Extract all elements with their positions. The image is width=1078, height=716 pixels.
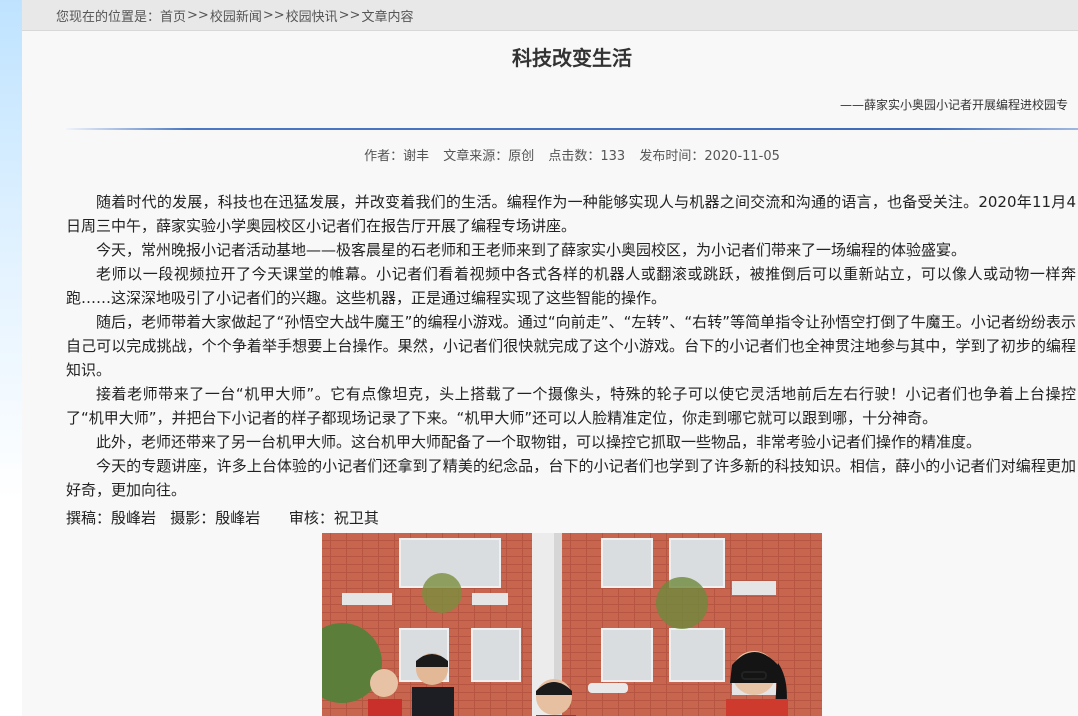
article-paragraph: 今天的专题讲座，许多上台体验的小记者们还拿到了精美的纪念品，台下的小记者们也学到… <box>66 457 1076 499</box>
title-divider <box>66 128 1078 130</box>
meta-clicks: 点击数：133 <box>548 149 626 164</box>
breadcrumb-campus-flash-link[interactable]: 校园快讯 <box>286 6 338 25</box>
article-body: 随着时代的发展，科技也在迅猛发展，并改变着我们的生活。编程作为一种能够实现人与机… <box>66 190 1076 530</box>
article-paragraph: 老师以一段视频拉开了今天课堂的帷幕。小记者们看着视频中各式各样的机器人或翻滚或跳… <box>66 265 1076 307</box>
breadcrumb-prefix: 您现在的位置是： <box>56 9 161 25</box>
photo-scene <box>322 533 822 716</box>
article-subtitle: ——薛家实小奥园小记者开展编程进校园专 <box>840 98 1069 112</box>
breadcrumb-campus-news-link[interactable]: 校园新闻 <box>210 6 262 25</box>
article-paragraph: 随后，老师带着大家做起了“孙悟空大战牛魔王”的编程小游戏。通过“向前走”、“左转… <box>66 313 1076 379</box>
page-container: 您现在的位置是： 首页 >> 校园新闻 >> 校园快讯 >> 文章内容 科技改变… <box>22 0 1078 716</box>
breadcrumb-separator: >> <box>187 7 209 23</box>
breadcrumb-separator: >> <box>262 7 285 23</box>
meta-author: 作者：谢丰 <box>364 149 430 164</box>
breadcrumb-separator: >> <box>338 7 361 23</box>
article-paragraph: 接着老师带来了一台“机甲大师”。它有点像坦克，头上搭载了一个摄像头，特殊的轮子可… <box>66 385 1076 427</box>
article-paragraph: 此外，老师还带来了另一台机甲大师。这台机甲大师配备了一个取物钳，可以操控它抓取一… <box>96 433 982 451</box>
article-paragraph: 随着时代的发展，科技也在迅猛发展，并改变着我们的生活。编程作为一种能够实现人与机… <box>66 193 1076 235</box>
breadcrumb-home-link[interactable]: 首页 <box>160 6 186 25</box>
breadcrumb: 您现在的位置是： 首页 >> 校园新闻 >> 校园快讯 >> 文章内容 <box>22 0 1078 31</box>
breadcrumb-current: 文章内容 <box>361 9 414 25</box>
meta-published: 发布时间：2020-11-05 <box>639 149 780 164</box>
article-title: 科技改变生活 <box>512 46 632 70</box>
left-background-strip <box>0 0 22 716</box>
meta-source: 文章来源：原创 <box>443 149 535 164</box>
article-photo <box>322 533 822 716</box>
article-paragraph: 今天，常州晚报小记者活动基地——极客晨星的石老师和王老师来到了薛家实小奥园校区，… <box>96 241 967 259</box>
article-credits: 撰稿：殷峰岩 摄影：殷峰岩 审核：祝卫其 <box>66 509 379 527</box>
article-meta: 作者：谢丰 文章来源：原创 点击数：133 发布时间：2020-11-05 <box>22 145 1078 164</box>
